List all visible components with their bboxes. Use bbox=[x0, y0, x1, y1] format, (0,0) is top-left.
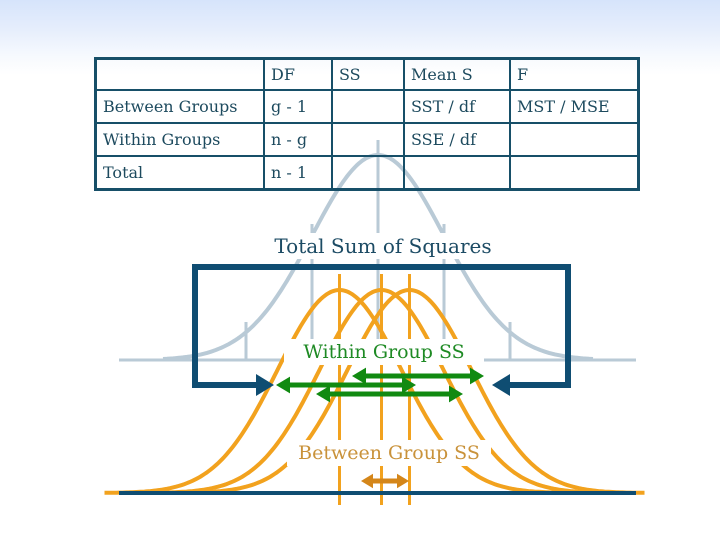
df-cell: g - 1 bbox=[263, 89, 333, 124]
arrowhead-left bbox=[352, 367, 366, 385]
table-row-total: Total n - 1 bbox=[94, 155, 640, 191]
row-label: Within Groups bbox=[94, 122, 265, 157]
between-group-ss-label: Between Group SS bbox=[287, 440, 491, 466]
f-cell bbox=[509, 122, 640, 157]
f-cell: MST / MSE bbox=[509, 89, 640, 124]
anova-table: DF SS Mean S F Between Groups g - 1 SST … bbox=[94, 57, 640, 191]
between-arrow bbox=[361, 473, 409, 489]
ss-cell bbox=[331, 122, 405, 157]
row-label: Total bbox=[94, 155, 265, 191]
header-cell-df: DF bbox=[263, 57, 333, 91]
mean-square-cell: SST / df bbox=[403, 89, 511, 124]
arrowhead-right bbox=[397, 473, 409, 489]
table-header-row: DF SS Mean S F bbox=[94, 57, 640, 91]
arrowhead-left bbox=[276, 376, 290, 394]
mean-square-cell: SSE / df bbox=[403, 122, 511, 157]
row-label: Between Groups bbox=[94, 89, 265, 124]
header-cell-f: F bbox=[509, 57, 640, 91]
total-sum-of-squares-label: Total Sum of Squares bbox=[264, 233, 502, 259]
within-arrow-1 bbox=[352, 367, 484, 385]
within-group-ss-label: Within Group SS bbox=[284, 339, 484, 365]
total-right-arrowhead bbox=[492, 374, 510, 396]
df-cell: n - 1 bbox=[263, 155, 333, 191]
ss-cell bbox=[331, 155, 405, 191]
arrowhead-left bbox=[316, 385, 330, 403]
table-row-within: Within Groups n - g SSE / df bbox=[94, 122, 640, 157]
arrowhead-left bbox=[361, 473, 373, 489]
df-cell: n - g bbox=[263, 122, 333, 157]
within-arrow-2 bbox=[276, 376, 416, 394]
mean-square-cell bbox=[403, 155, 511, 191]
f-cell bbox=[509, 155, 640, 191]
ss-cell bbox=[331, 89, 405, 124]
group-distributions bbox=[104, 274, 645, 505]
table-row-between: Between Groups g - 1 SST / df MST / MSE bbox=[94, 89, 640, 124]
header-cell-ss: SS bbox=[331, 57, 405, 91]
header-cell-mean-square: Mean S bbox=[403, 57, 511, 91]
header-cell-source bbox=[94, 57, 265, 91]
